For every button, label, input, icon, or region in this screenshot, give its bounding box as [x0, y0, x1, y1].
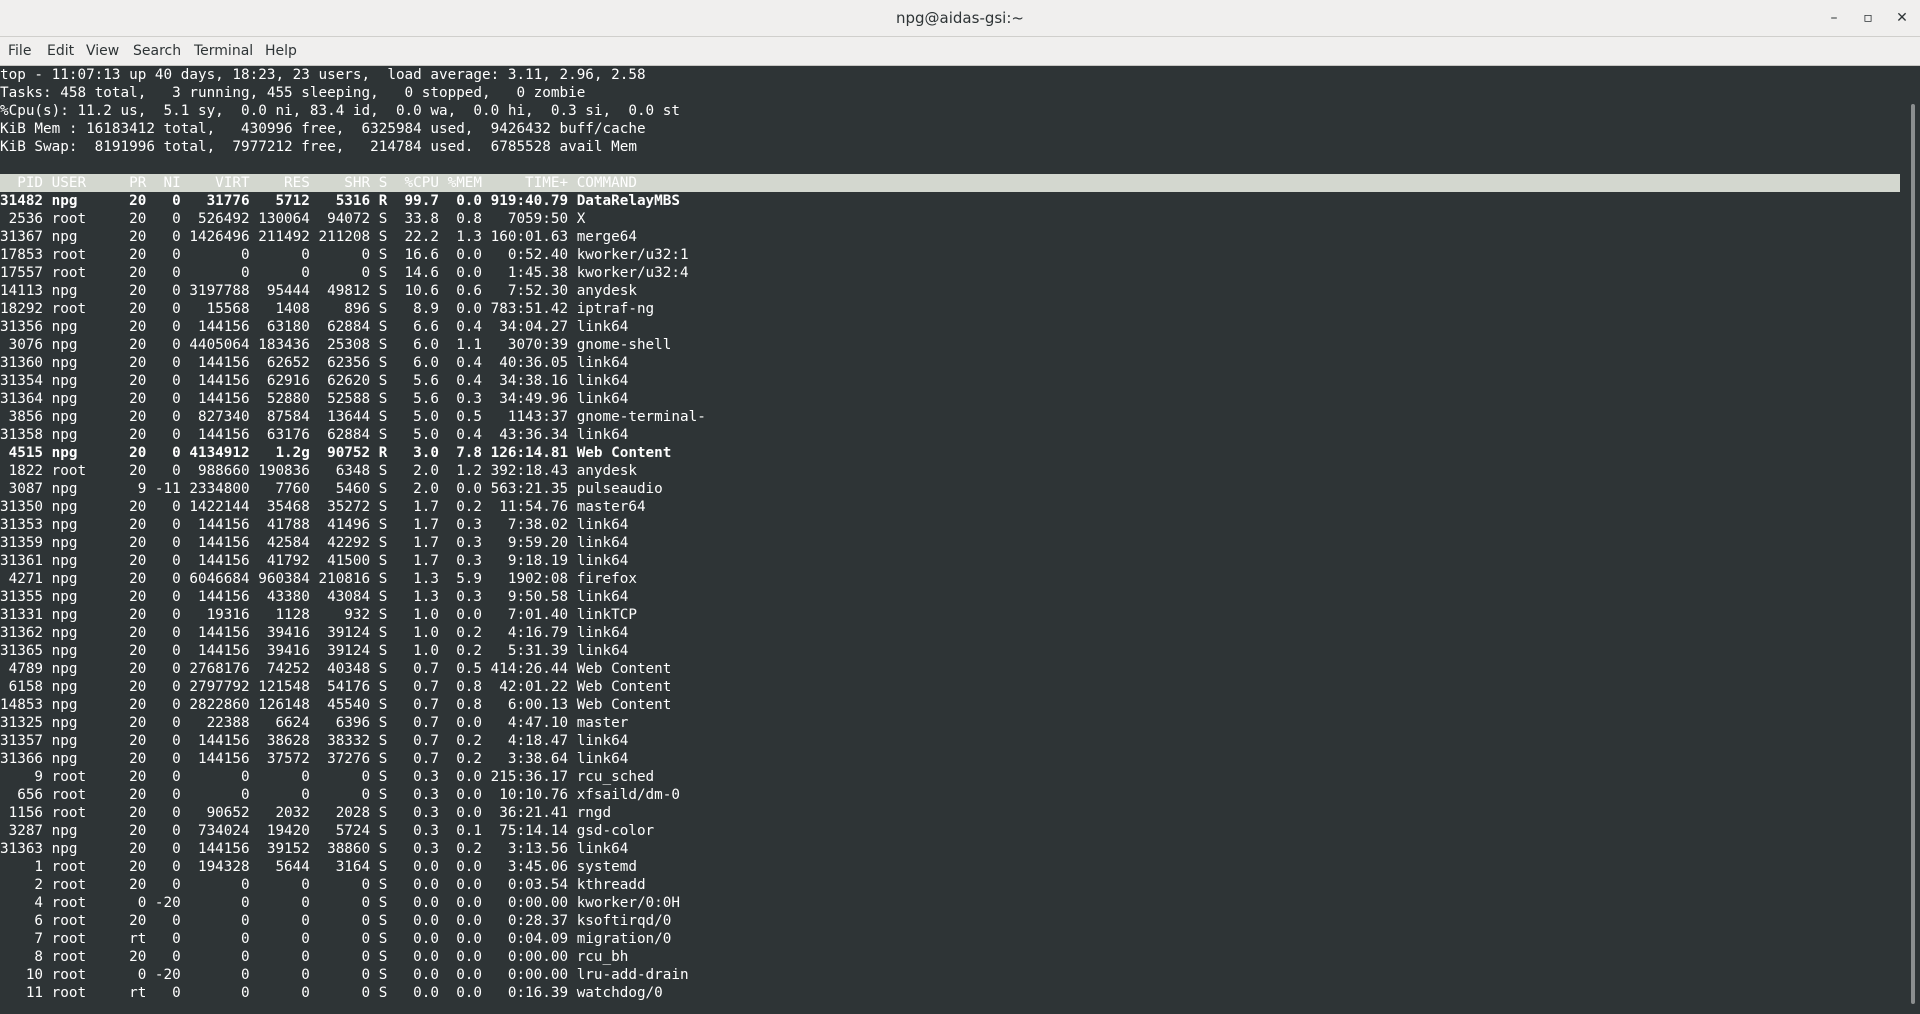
table-row: 31362 npg 20 0 144156 39416 39124 S 1.0 …: [0, 625, 629, 641]
table-row: 31364 npg 20 0 144156 52880 52588 S 5.6 …: [0, 391, 629, 407]
menu-file[interactable]: File: [8, 37, 31, 65]
table-row: 31363 npg 20 0 144156 39152 38860 S 0.3 …: [0, 841, 629, 857]
table-row: 4 root 0 -20 0 0 0 S 0.0 0.0 0:00.00 kwo…: [0, 895, 680, 911]
table-row: 31482 npg 20 0 31776 5712 5316 R 99.7 0.…: [0, 193, 680, 209]
menu-terminal[interactable]: Terminal: [194, 37, 253, 65]
table-row: 14853 npg 20 0 2822860 126148 45540 S 0.…: [0, 697, 672, 713]
process-table-header: PID USER PR NI VIRT RES SHR S %CPU %MEM …: [0, 174, 1900, 192]
table-row: 11 root rt 0 0 0 0 S 0.0 0.0 0:16.39 wat…: [0, 985, 663, 1001]
process-table: 31482 npg 20 0 31776 5712 5316 R 99.7 0.…: [0, 192, 1906, 1002]
table-row: 3087 npg 9 -11 2334800 7760 5460 S 2.0 0…: [0, 481, 663, 497]
minimize-icon[interactable]: –: [1817, 0, 1851, 36]
table-row: 17557 root 20 0 0 0 0 S 14.6 0.0 1:45.38…: [0, 265, 689, 281]
table-row: 4271 npg 20 0 6046684 960384 210816 S 1.…: [0, 571, 637, 587]
table-row: 31353 npg 20 0 144156 41788 41496 S 1.7 …: [0, 517, 629, 533]
table-row: 31361 npg 20 0 144156 41792 41500 S 1.7 …: [0, 553, 629, 569]
table-row: 31365 npg 20 0 144156 39416 39124 S 1.0 …: [0, 643, 629, 659]
table-row: 18292 root 20 0 15568 1408 896 S 8.9 0.0…: [0, 301, 655, 317]
table-row: 3856 npg 20 0 827340 87584 13644 S 5.0 0…: [0, 409, 706, 425]
menu-edit[interactable]: Edit: [47, 37, 74, 65]
table-row: 7 root rt 0 0 0 0 S 0.0 0.0 0:04.09 migr…: [0, 931, 672, 947]
table-row: 31357 npg 20 0 144156 38628 38332 S 0.7 …: [0, 733, 629, 749]
table-row: 1 root 20 0 194328 5644 3164 S 0.0 0.0 3…: [0, 859, 637, 875]
table-row: 4515 npg 20 0 4134912 1.2g 90752 R 3.0 7…: [0, 445, 672, 461]
menu-search[interactable]: Search: [133, 37, 181, 65]
table-row: 17853 root 20 0 0 0 0 S 16.6 0.0 0:52.40…: [0, 247, 689, 263]
table-row: 2536 root 20 0 526492 130064 94072 S 33.…: [0, 211, 586, 227]
summary-line: KiB Mem : 16183412 total, 430996 free, 6…: [0, 121, 646, 137]
table-row: 31367 npg 20 0 1426496 211492 211208 S 2…: [0, 229, 637, 245]
table-row: 9 root 20 0 0 0 0 S 0.3 0.0 215:36.17 rc…: [0, 769, 655, 785]
table-row: 14113 npg 20 0 3197788 95444 49812 S 10.…: [0, 283, 637, 299]
table-row: 31331 npg 20 0 19316 1128 932 S 1.0 0.0 …: [0, 607, 637, 623]
table-row: 3076 npg 20 0 4405064 183436 25308 S 6.0…: [0, 337, 672, 353]
table-row: 3287 npg 20 0 734024 19420 5724 S 0.3 0.…: [0, 823, 655, 839]
table-row: 6 root 20 0 0 0 0 S 0.0 0.0 0:28.37 ksof…: [0, 913, 672, 929]
menu-view[interactable]: View: [86, 37, 119, 65]
table-row: 656 root 20 0 0 0 0 S 0.3 0.0 10:10.76 x…: [0, 787, 680, 803]
table-row: 10 root 0 -20 0 0 0 S 0.0 0.0 0:00.00 lr…: [0, 967, 689, 983]
scrollbar-thumb[interactable]: [1911, 104, 1915, 1004]
table-row: 31325 npg 20 0 22388 6624 6396 S 0.7 0.0…: [0, 715, 629, 731]
table-row: 1822 root 20 0 988660 190836 6348 S 2.0 …: [0, 463, 637, 479]
scrollbar[interactable]: [1906, 66, 1920, 1014]
summary-line: KiB Swap: 8191996 total, 7977212 free, 2…: [0, 139, 637, 155]
menu-bar: File Edit View Search Terminal Help: [0, 37, 1920, 66]
maximize-icon[interactable]: ▫: [1851, 0, 1885, 36]
window-title: npg@aidas-gsi:~: [896, 9, 1024, 27]
table-row: 31350 npg 20 0 1422144 35468 35272 S 1.7…: [0, 499, 646, 515]
table-row: 2 root 20 0 0 0 0 S 0.0 0.0 0:03.54 kthr…: [0, 877, 646, 893]
menu-help[interactable]: Help: [265, 37, 297, 65]
summary-line: Tasks: 458 total, 3 running, 455 sleepin…: [0, 85, 586, 101]
table-row: 31366 npg 20 0 144156 37572 37276 S 0.7 …: [0, 751, 629, 767]
table-row: 4789 npg 20 0 2768176 74252 40348 S 0.7 …: [0, 661, 672, 677]
table-row: 31358 npg 20 0 144156 63176 62884 S 5.0 …: [0, 427, 629, 443]
table-row: 31359 npg 20 0 144156 42584 42292 S 1.7 …: [0, 535, 629, 551]
close-icon[interactable]: ✕: [1885, 0, 1919, 36]
table-row: 6158 npg 20 0 2797792 121548 54176 S 0.7…: [0, 679, 672, 695]
table-row: 31355 npg 20 0 144156 43380 43084 S 1.3 …: [0, 589, 629, 605]
blank-line: [0, 156, 1906, 174]
summary-line: %Cpu(s): 11.2 us, 5.1 sy, 0.0 ni, 83.4 i…: [0, 103, 680, 119]
table-row: 8 root 20 0 0 0 0 S 0.0 0.0 0:00.00 rcu_…: [0, 949, 629, 965]
title-bar[interactable]: npg@aidas-gsi:~ – ▫ ✕: [0, 0, 1920, 37]
top-summary: top - 11:07:13 up 40 days, 18:23, 23 use…: [0, 66, 1906, 156]
summary-line: top - 11:07:13 up 40 days, 18:23, 23 use…: [0, 67, 646, 83]
table-row: 31354 npg 20 0 144156 62916 62620 S 5.6 …: [0, 373, 629, 389]
table-row: 31356 npg 20 0 144156 63180 62884 S 6.6 …: [0, 319, 629, 335]
table-row: 31360 npg 20 0 144156 62652 62356 S 6.0 …: [0, 355, 629, 371]
table-row: 1156 root 20 0 90652 2032 2028 S 0.3 0.0…: [0, 805, 612, 821]
terminal-view[interactable]: top - 11:07:13 up 40 days, 18:23, 23 use…: [0, 66, 1906, 1014]
